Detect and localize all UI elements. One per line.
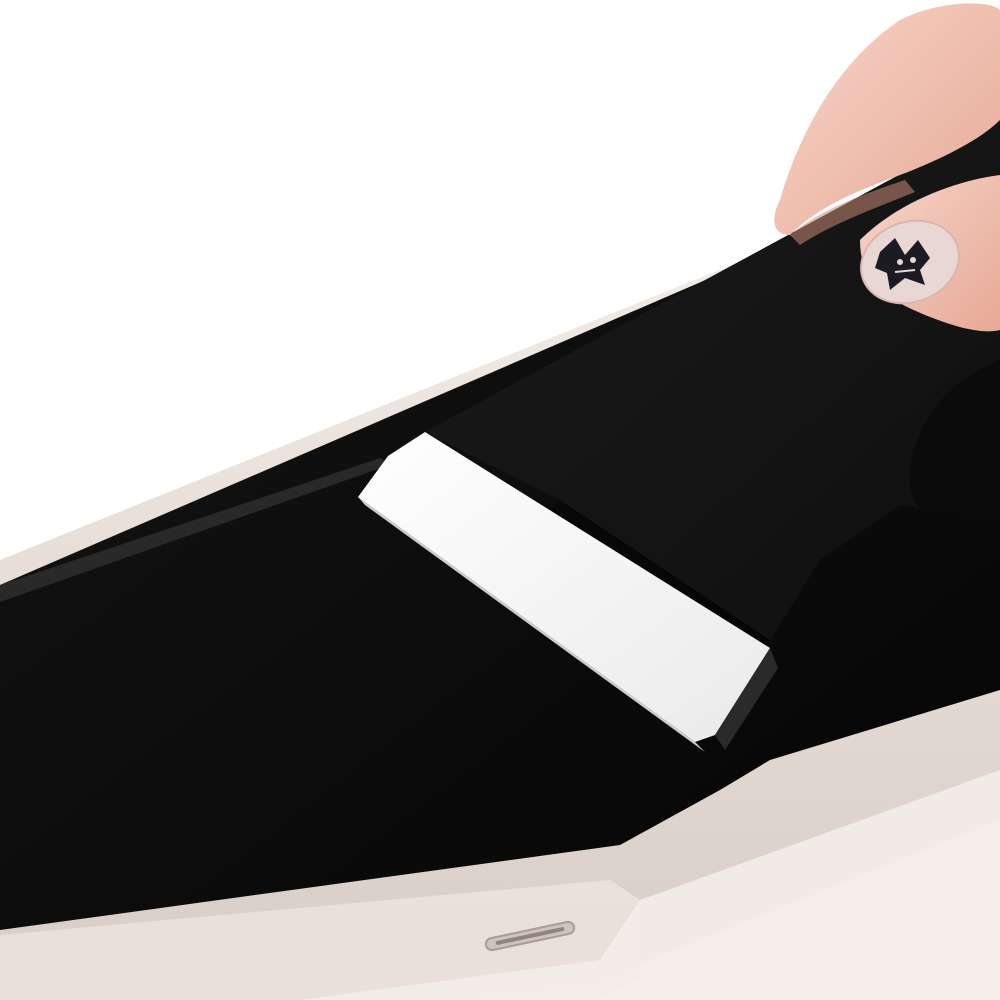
photo-scene xyxy=(0,0,1000,1000)
photo-illustration xyxy=(0,3,1000,1000)
